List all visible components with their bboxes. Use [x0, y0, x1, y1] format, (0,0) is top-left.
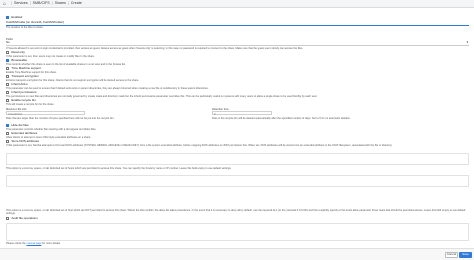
- public-select-value: No: [6, 40, 10, 44]
- hide-dot-files-checkbox[interactable]: [6, 124, 9, 128]
- cancel-button[interactable]: Cancel: [445, 251, 458, 258]
- enabled-label: Enabled: [11, 15, 23, 19]
- shared-folder-help: The location of the files to share.: [6, 26, 44, 29]
- time-machine-checkbox[interactable]: [6, 67, 9, 71]
- enabled-checkbox[interactable]: [6, 16, 9, 20]
- hosts-allow-help: This option is a comma, space, or tab de…: [6, 167, 232, 170]
- recycle-retention-input[interactable]: 0: [212, 111, 272, 116]
- breadcrumb-shares[interactable]: Shares: [55, 1, 66, 5]
- extra-options-help: Please check the manual page for more de…: [6, 242, 61, 245]
- recycle-bin-label: Enable recycle bin: [11, 98, 36, 102]
- breadcrumb-create: Create: [70, 1, 82, 6]
- shared-folder-underline: [6, 25, 469, 26]
- hosts-deny-help: This option is a comma, space, or tab de…: [6, 209, 466, 216]
- hide-dot-files-label: Hide dot files: [11, 123, 29, 127]
- recycle-max-size-select[interactable]: Unrestricted: [6, 111, 85, 116]
- extended-attributes-label: Extended attributes: [11, 131, 38, 135]
- form-footer: Cancel Save: [0, 248, 474, 260]
- time-machine-label: Time Machine support: [11, 66, 41, 70]
- manual-page-link[interactable]: manual page: [26, 242, 41, 245]
- breadcrumb-smb[interactable]: SMB/CIFS: [33, 1, 50, 5]
- chevron-down-icon: ▾: [466, 40, 468, 44]
- public-help: If 'Guests allowed' is set and no login …: [6, 46, 304, 50]
- transport-encryption-checkbox[interactable]: [6, 75, 9, 79]
- extended-attributes-checkbox[interactable]: [6, 132, 9, 136]
- breadcrumb-separator: |: [51, 1, 53, 6]
- recycle-bin-help: This will create a recycle bin for the s…: [6, 103, 55, 106]
- store-dos-attributes-help: If this parameter is set, Samba attempts…: [6, 144, 393, 147]
- recycle-max-size-help: Files that are larger than the number of…: [6, 117, 115, 120]
- extra-options-textarea[interactable]: [6, 223, 469, 241]
- breadcrumb-separator: |: [67, 1, 69, 6]
- save-button[interactable]: Save: [459, 251, 472, 258]
- breadcrumb-separator: |: [29, 1, 31, 6]
- inherit-acls-checkbox[interactable]: [6, 83, 9, 87]
- read-only-checkbox[interactable]: [6, 51, 9, 55]
- breadcrumb-bar: ⌂ | Services | SMB/CIFS | Shares | Creat…: [0, 0, 474, 8]
- recycle-retention-value: 0: [214, 112, 216, 116]
- recycle-max-size-value: Unrestricted: [8, 112, 22, 116]
- store-dos-attributes-checkbox[interactable]: [6, 140, 9, 144]
- transport-encryption-label: Transport encryption: [11, 74, 39, 78]
- inherit-acls-label: Inherit ACLs: [11, 82, 28, 86]
- public-underline: [6, 45, 469, 46]
- breadcrumb-separator: |: [11, 1, 12, 6]
- browseable-label: Browseable: [11, 58, 28, 62]
- home-icon[interactable]: ⌂: [0, 1, 9, 7]
- hosts-deny-textarea[interactable]: [6, 175, 469, 187]
- audit-row: Audit file operations: [6, 216, 38, 221]
- recycle-retention-help: Files in the recycle bin will be deleted…: [212, 117, 351, 120]
- read-only-label: Read only: [11, 50, 25, 54]
- shared-folder-value[interactable]: TestOMVFolder [on /dev/sdb, TestOMVFolde…: [6, 20, 469, 24]
- audit-label: Audit file operations: [11, 216, 38, 220]
- store-dos-attributes-label: Store DOS attributes: [11, 139, 40, 143]
- inherit-permissions-help: The permissions on new files and directo…: [6, 95, 318, 98]
- inherit-permissions-label: Inherit permissions: [11, 90, 37, 94]
- audit-checkbox[interactable]: [6, 217, 9, 221]
- breadcrumb-services[interactable]: Services: [14, 1, 28, 5]
- recycle-bin-checkbox[interactable]: [6, 99, 9, 103]
- hosts-allow-textarea[interactable]: [6, 153, 469, 165]
- browseable-checkbox[interactable]: [6, 59, 9, 63]
- inherit-permissions-checkbox[interactable]: [6, 91, 9, 95]
- extra-options-help-suffix: for more details.: [41, 242, 61, 245]
- public-select[interactable]: No ▾: [6, 40, 469, 44]
- extra-options-help-prefix: Please check the: [6, 242, 27, 245]
